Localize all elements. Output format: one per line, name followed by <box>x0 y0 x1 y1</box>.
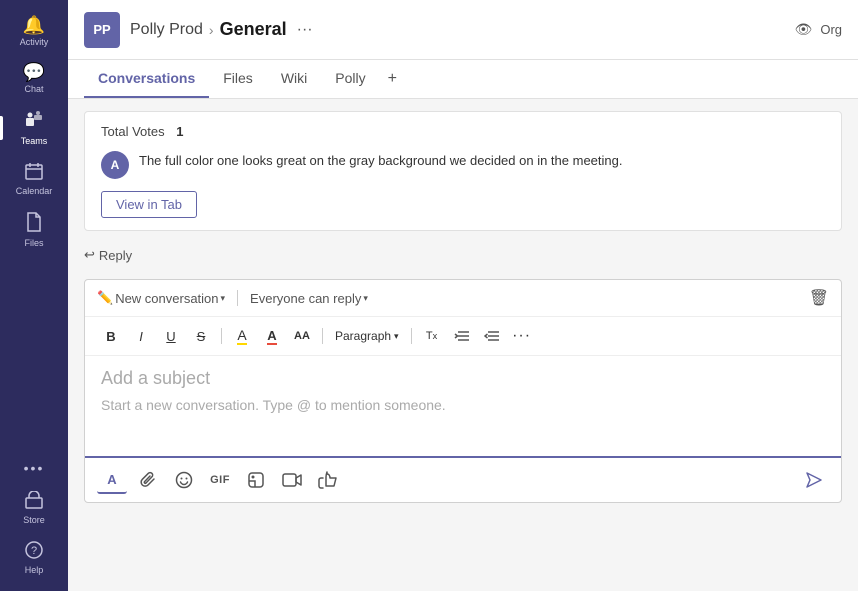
sidebar-label-teams: Teams <box>21 136 48 146</box>
body-field[interactable]: Start a new conversation. Type @ to ment… <box>101 397 825 413</box>
activity-icon: 🔔 <box>23 16 45 34</box>
chevron-down-icon-2: ▾ <box>363 293 368 304</box>
underline-button[interactable]: U <box>157 323 185 349</box>
eye-icon: 👁 <box>795 21 813 38</box>
indent-decrease-button[interactable] <box>448 323 476 349</box>
more-icon: ••• <box>24 461 45 475</box>
reply-arrow-icon: ↩ <box>84 247 95 263</box>
clear-format-button[interactable]: Tx <box>418 323 446 349</box>
emoji-button[interactable] <box>169 466 199 494</box>
tab-files[interactable]: Files <box>209 60 267 98</box>
conversations-content: Total Votes 1 A The full color one looks… <box>68 99 858 591</box>
message-row: A The full color one looks great on the … <box>101 151 825 179</box>
highlight-button[interactable]: A <box>228 323 256 349</box>
sidebar-item-calendar[interactable]: Calendar <box>0 154 68 204</box>
new-conversation-composer: ✏️ New conversation ▾ Everyone can reply… <box>84 279 842 503</box>
indent-increase-button[interactable] <box>478 323 506 349</box>
new-conversation-button[interactable]: ✏️ New conversation ▾ <box>97 290 225 306</box>
total-votes-value: 1 <box>176 124 183 139</box>
send-button[interactable] <box>799 466 829 494</box>
font-color-button[interactable]: A <box>258 323 286 349</box>
tabs-bar: Conversations Files Wiki Polly + <box>68 60 858 99</box>
org-button[interactable]: 👁 Org <box>795 21 842 38</box>
paragraph-dropdown[interactable]: Paragraph ▾ <box>329 326 405 346</box>
svg-text:?: ? <box>31 545 37 557</box>
add-tab-button[interactable]: + <box>380 60 405 98</box>
paragraph-chevron: ▾ <box>394 331 399 342</box>
channel-name: General <box>220 19 287 40</box>
sidebar: 🔔 Activity 💬 Chat Teams Calendar <box>0 0 68 591</box>
like-button[interactable] <box>313 466 343 494</box>
sidebar-item-teams[interactable]: Teams <box>0 102 68 154</box>
reply-button[interactable]: ↩ Reply <box>84 239 842 263</box>
sidebar-label-calendar: Calendar <box>16 186 53 196</box>
calendar-icon <box>25 162 43 183</box>
meet-button[interactable] <box>277 466 307 494</box>
sidebar-label-activity: Activity <box>20 37 49 47</box>
sidebar-item-more[interactable]: ••• <box>0 453 68 483</box>
fmt-sep-2 <box>322 328 323 344</box>
tab-conversations[interactable]: Conversations <box>84 60 209 98</box>
avatar: A <box>101 151 129 179</box>
main-panel: PP Polly Prod › General ··· 👁 Org Conver… <box>68 0 858 591</box>
text-format-button[interactable]: A <box>97 466 127 494</box>
bottom-toolbar: A GIF <box>85 456 841 502</box>
pencil-icon: ✏️ <box>97 290 113 306</box>
composer-top-toolbar: ✏️ New conversation ▾ Everyone can reply… <box>85 280 841 317</box>
tab-polly[interactable]: Polly <box>321 60 379 98</box>
channel-header: PP Polly Prod › General ··· 👁 Org <box>68 0 858 60</box>
attach-button[interactable] <box>133 466 163 494</box>
sidebar-item-help[interactable]: ? Help <box>0 533 68 583</box>
font-size-button[interactable]: AA <box>288 323 316 349</box>
sidebar-label-chat: Chat <box>24 84 43 94</box>
team-avatar: PP <box>84 12 120 48</box>
sidebar-item-files[interactable]: Files <box>0 204 68 256</box>
message-card: Total Votes 1 A The full color one looks… <box>84 111 842 231</box>
org-label: Org <box>820 22 842 37</box>
sidebar-label-store: Store <box>23 515 45 525</box>
everyone-reply-label: Everyone can reply <box>250 291 361 306</box>
view-in-tab-button[interactable]: View in Tab <box>101 191 197 218</box>
delete-button[interactable]: 🗑 <box>809 288 829 308</box>
toolbar-separator <box>237 290 238 306</box>
tab-wiki[interactable]: Wiki <box>267 60 321 98</box>
sidebar-label-files: Files <box>24 238 43 248</box>
paragraph-label: Paragraph <box>335 329 391 343</box>
more-format-button[interactable]: ··· <box>508 323 536 349</box>
fmt-sep-3 <box>411 328 412 344</box>
header-title: Polly Prod › General ··· <box>130 19 795 40</box>
compose-area[interactable]: Add a subject Start a new conversation. … <box>85 356 841 456</box>
chat-icon: 💬 <box>23 63 45 81</box>
help-icon: ? <box>25 541 43 562</box>
total-votes-label: Total Votes <box>101 124 165 139</box>
gif-button[interactable]: GIF <box>205 466 235 494</box>
total-votes-row: Total Votes 1 <box>101 124 825 139</box>
store-icon <box>25 491 43 512</box>
teams-icon <box>24 110 44 133</box>
sticker-button[interactable] <box>241 466 271 494</box>
italic-button[interactable]: I <box>127 323 155 349</box>
strikethrough-button[interactable]: S <box>187 323 215 349</box>
new-conversation-label: New conversation <box>115 291 218 306</box>
sidebar-item-activity[interactable]: 🔔 Activity <box>0 8 68 55</box>
everyone-can-reply-button[interactable]: Everyone can reply ▾ <box>250 291 368 306</box>
channel-options-button[interactable]: ··· <box>297 21 313 39</box>
chevron-down-icon: ▾ <box>221 293 226 304</box>
message-text: The full color one looks great on the gr… <box>139 151 825 171</box>
reply-label: Reply <box>99 248 132 263</box>
bold-button[interactable]: B <box>97 323 125 349</box>
sidebar-label-help: Help <box>25 565 44 575</box>
sidebar-item-store[interactable]: Store <box>0 483 68 533</box>
team-name: Polly Prod <box>130 21 203 39</box>
sidebar-item-chat[interactable]: 💬 Chat <box>0 55 68 102</box>
breadcrumb-chevron: › <box>209 22 214 38</box>
fmt-sep-1 <box>221 328 222 344</box>
files-icon <box>26 212 42 235</box>
format-toolbar: B I U S A A AA Paragraph ▾ Tx <box>85 317 841 356</box>
subject-field[interactable]: Add a subject <box>101 368 825 389</box>
